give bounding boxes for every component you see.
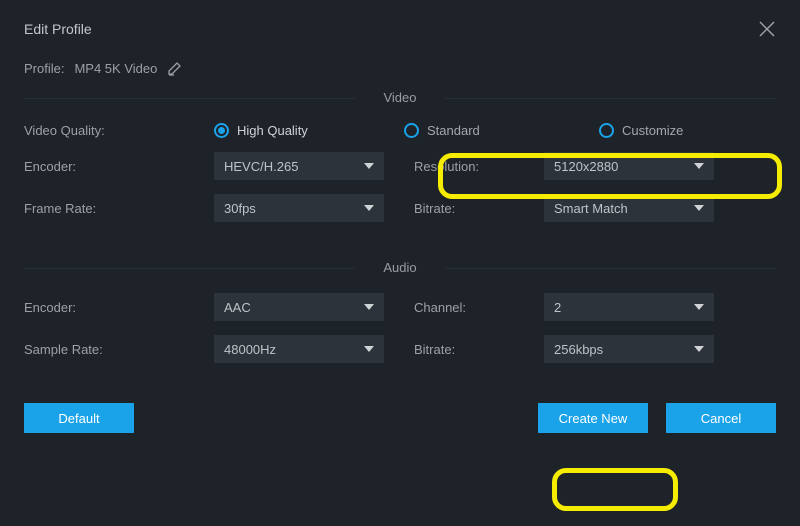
chevron-down-icon <box>364 163 374 169</box>
video-quality-radios: High Quality Standard Customize <box>214 123 714 138</box>
chevron-down-icon <box>694 346 704 352</box>
channel-select[interactable]: 2 <box>544 293 714 321</box>
frame-rate-select[interactable]: 30fps <box>214 194 384 222</box>
frame-rate-label: Frame Rate: <box>24 201 214 216</box>
select-value: Smart Match <box>554 201 628 216</box>
chevron-down-icon <box>364 205 374 211</box>
video-bitrate-label: Bitrate: <box>414 201 544 216</box>
chevron-down-icon <box>694 163 704 169</box>
pencil-icon <box>167 60 183 76</box>
chevron-down-icon <box>364 346 374 352</box>
sample-rate-select[interactable]: 48000Hz <box>214 335 384 363</box>
right-button-group: Create New Cancel <box>538 403 776 433</box>
profile-label: Profile: <box>24 61 64 76</box>
select-value: 256kbps <box>554 342 603 357</box>
select-value: 48000Hz <box>224 342 276 357</box>
footer: Default Create New Cancel <box>24 403 776 433</box>
radio-dot-icon <box>214 123 229 138</box>
radio-customize[interactable]: Customize <box>599 123 683 138</box>
cancel-button[interactable]: Cancel <box>666 403 776 433</box>
radio-standard[interactable]: Standard <box>404 123 599 138</box>
radio-label: Standard <box>427 123 480 138</box>
title-bar: Edit Profile <box>24 20 776 38</box>
video-section-header: Video <box>24 90 776 105</box>
resolution-select[interactable]: 5120x2880 <box>544 152 714 180</box>
close-icon <box>758 20 776 38</box>
chevron-down-icon <box>694 205 704 211</box>
window-title: Edit Profile <box>24 21 92 37</box>
profile-value: MP4 5K Video <box>74 61 157 76</box>
select-value: HEVC/H.265 <box>224 159 298 174</box>
video-bitrate-select[interactable]: Smart Match <box>544 194 714 222</box>
channel-label: Channel: <box>414 300 544 315</box>
select-value: 30fps <box>224 201 256 216</box>
create-new-button[interactable]: Create New <box>538 403 648 433</box>
audio-encoder-select[interactable]: AAC <box>214 293 384 321</box>
profile-row: Profile: MP4 5K Video <box>24 60 776 76</box>
chevron-down-icon <box>364 304 374 310</box>
highlight-create-new <box>552 468 678 511</box>
radio-label: Customize <box>622 123 683 138</box>
radio-high-quality[interactable]: High Quality <box>214 123 404 138</box>
select-value: 5120x2880 <box>554 159 618 174</box>
chevron-down-icon <box>694 304 704 310</box>
close-button[interactable] <box>758 20 776 38</box>
video-encoder-select[interactable]: HEVC/H.265 <box>214 152 384 180</box>
audio-grid: Encoder: AAC Channel: 2 Sample Rate: 480… <box>24 293 776 363</box>
video-quality-label: Video Quality: <box>24 123 214 138</box>
audio-bitrate-select[interactable]: 256kbps <box>544 335 714 363</box>
radio-label: High Quality <box>237 123 308 138</box>
radio-dot-icon <box>404 123 419 138</box>
video-grid: Video Quality: High Quality Standard Cus… <box>24 123 776 222</box>
audio-encoder-label: Encoder: <box>24 300 214 315</box>
resolution-label: Resolution: <box>414 159 544 174</box>
video-encoder-label: Encoder: <box>24 159 214 174</box>
sample-rate-label: Sample Rate: <box>24 342 214 357</box>
default-button[interactable]: Default <box>24 403 134 433</box>
audio-bitrate-label: Bitrate: <box>414 342 544 357</box>
edit-profile-button[interactable] <box>167 60 183 76</box>
audio-section-header: Audio <box>24 260 776 275</box>
select-value: 2 <box>554 300 561 315</box>
select-value: AAC <box>224 300 251 315</box>
radio-dot-icon <box>599 123 614 138</box>
